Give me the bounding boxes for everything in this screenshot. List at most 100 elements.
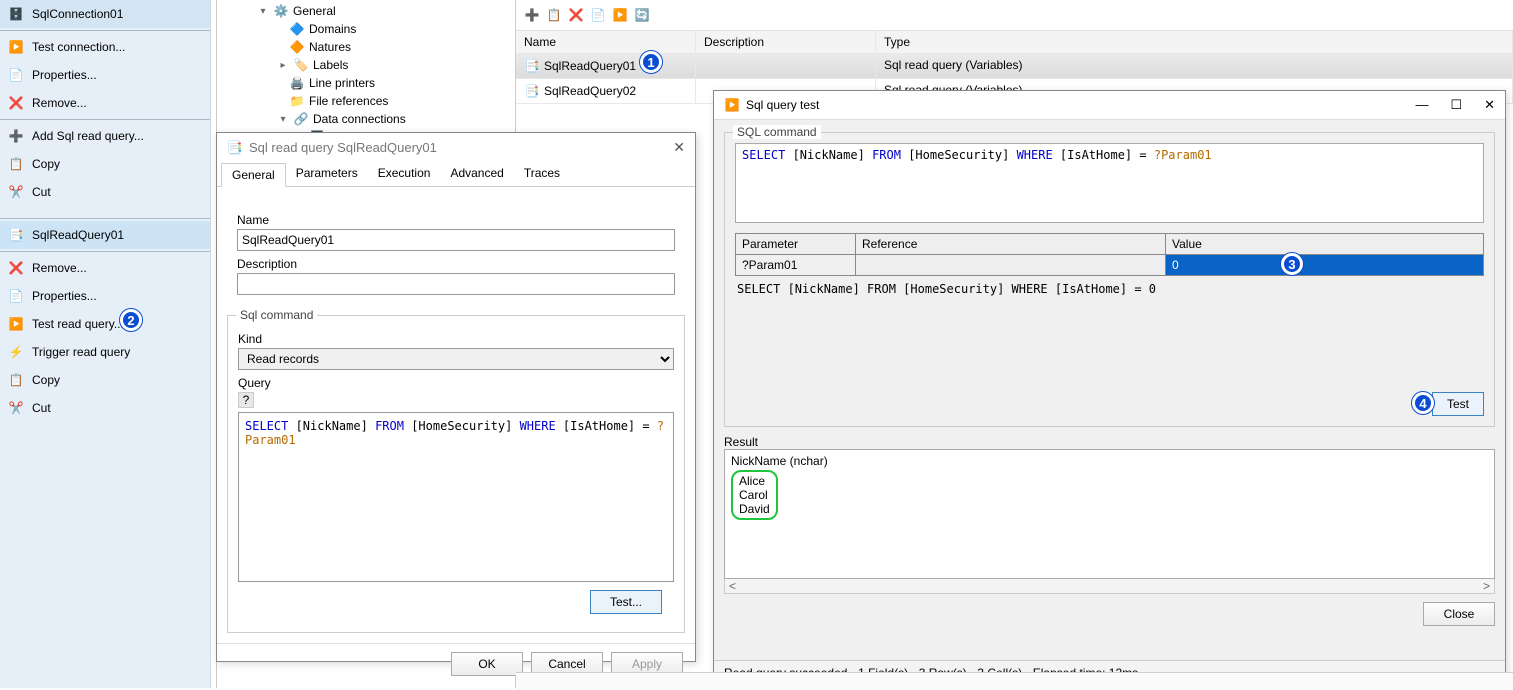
add-query-icon: ➕ — [8, 128, 24, 144]
label: Copy — [32, 373, 60, 387]
tabs: General Parameters Execution Advanced Tr… — [217, 162, 695, 187]
window-title: Sql query test — [746, 98, 819, 112]
tree-natures[interactable]: 🔶 Natures — [217, 38, 515, 56]
refresh-icon[interactable]: 🔄 — [634, 7, 650, 23]
test-connection[interactable]: ▶️ Test connection... — [0, 33, 210, 61]
kind-select[interactable]: Read records — [238, 348, 674, 370]
col-val[interactable]: Value — [1166, 234, 1484, 255]
label: Natures — [309, 40, 351, 54]
close-icon[interactable]: ✕ — [673, 139, 685, 156]
col-desc[interactable]: Description — [696, 31, 876, 53]
value-text: 0 — [1172, 258, 1179, 272]
properties-query[interactable]: 📄 Properties... — [0, 282, 210, 310]
resolved-sql: SELECT [NickName] FROM [HomeSecurity] WH… — [735, 276, 1484, 302]
file-icon: 📁 — [289, 93, 305, 109]
cell: SqlReadQuery02 — [544, 84, 636, 98]
col-ref[interactable]: Reference — [856, 234, 1166, 255]
query-textarea[interactable]: SELECT [NickName] FROM [HomeSecurity] WH… — [238, 412, 674, 582]
minimize-icon[interactable]: — — [1415, 97, 1428, 113]
label: Test connection... — [32, 40, 125, 54]
tree-general[interactable]: ▾ ⚙️ General — [217, 2, 515, 20]
sidebar-connection[interactable]: 🗄️ SqlConnection01 — [0, 0, 210, 28]
sidebar-selected-query[interactable]: 📑 SqlReadQuery01 — [0, 221, 210, 249]
annotation-badge-3: 3 — [1281, 253, 1303, 275]
expand-icon[interactable]: ▸ — [277, 60, 289, 71]
result-row: Alice — [739, 474, 770, 488]
scroll-left-icon[interactable]: < — [729, 579, 736, 593]
name-input[interactable] — [237, 229, 675, 251]
left-sidebar: 🗄️ SqlConnection01 ▶️ Test connection...… — [0, 0, 211, 688]
query-helper-icon[interactable]: ? — [238, 392, 254, 408]
close-icon[interactable]: ✕ — [1484, 97, 1495, 113]
sidebar-connection-label: SqlConnection01 — [32, 7, 123, 21]
tree-dataconn[interactable]: ▾ 🔗 Data connections — [217, 110, 515, 128]
value-cell[interactable]: 0 3 — [1166, 255, 1484, 276]
col-type[interactable]: Type — [876, 31, 1513, 53]
test-button[interactable]: Test — [1432, 392, 1484, 416]
tab-traces[interactable]: Traces — [514, 162, 570, 186]
dialog-title-bar: 📑 Sql read query SqlReadQuery01 ✕ — [217, 133, 695, 162]
label: Cut — [32, 401, 51, 415]
collapse-icon[interactable]: ▾ — [277, 114, 289, 125]
table-row[interactable]: 📑 SqlReadQuery01 Sql read query (Variabl… — [516, 54, 1513, 79]
dialog-title: Sql read query SqlReadQuery01 — [249, 140, 437, 155]
cut[interactable]: ✂️ Cut — [0, 178, 210, 206]
cell — [696, 54, 876, 78]
tree-lineprinters[interactable]: 🖨️ Line printers — [217, 74, 515, 92]
run-icon[interactable]: ▶️ — [612, 7, 628, 23]
tab-advanced[interactable]: Advanced — [440, 162, 513, 186]
desc-input[interactable] — [237, 273, 675, 295]
cell: Sql read query (Variables) — [876, 54, 1513, 78]
tree-domains[interactable]: 🔷 Domains — [217, 20, 515, 38]
bottom-divider — [516, 672, 1513, 690]
cut-icon: ✂️ — [8, 400, 24, 416]
label: General — [293, 4, 336, 18]
properties[interactable]: 📄 Properties... — [0, 61, 210, 89]
table-row[interactable]: ?Param01 0 3 — [736, 255, 1484, 276]
tab-general[interactable]: General — [221, 163, 286, 187]
label: Test read query... — [32, 317, 124, 331]
copy[interactable]: 📋 Copy — [0, 150, 210, 178]
sql-command-text[interactable]: SELECT [NickName] FROM [HomeSecurity] WH… — [735, 143, 1484, 223]
parameter-table: Parameter Reference Value ?Param01 0 3 — [735, 233, 1484, 276]
scroll-right-icon[interactable]: > — [1483, 579, 1490, 593]
remove-query[interactable]: ❌ Remove... — [0, 254, 210, 282]
window-title-bar[interactable]: ▶️ Sql query test — ☐ ✕ — [714, 91, 1505, 120]
props-icon[interactable]: 📄 — [590, 7, 606, 23]
copy-query[interactable]: 📋 Copy — [0, 366, 210, 394]
tree-labels[interactable]: ▸ 🏷️ Labels — [217, 56, 515, 74]
add-icon[interactable]: ➕ — [524, 7, 540, 23]
trigger-read-query[interactable]: ⚡ Trigger read query — [0, 338, 210, 366]
close-button[interactable]: Close — [1423, 602, 1495, 626]
col-param[interactable]: Parameter — [736, 234, 856, 255]
copy-icon[interactable]: 📋 — [546, 7, 562, 23]
col-name[interactable]: Name — [516, 31, 696, 53]
collapse-icon[interactable]: ▾ — [257, 6, 269, 17]
delete-icon[interactable]: ❌ — [568, 7, 584, 23]
divider — [0, 251, 210, 252]
result-box: NickName (nchar) Alice Carol David — [724, 449, 1495, 579]
copy-icon: 📋 — [8, 372, 24, 388]
tab-execution[interactable]: Execution — [368, 162, 441, 186]
printer-icon: 🖨️ — [289, 75, 305, 91]
cut-query[interactable]: ✂️ Cut — [0, 394, 210, 422]
test-button[interactable]: Test... — [590, 590, 662, 614]
label: Domains — [309, 22, 356, 36]
label: Remove... — [32, 96, 87, 110]
query-icon: 📑 — [524, 83, 540, 99]
tab-parameters[interactable]: Parameters — [286, 162, 368, 186]
connection-icon: 🔗 — [293, 111, 309, 127]
add-sql-read-query[interactable]: ➕ Add Sql read query... — [0, 122, 210, 150]
remove[interactable]: ❌ Remove... — [0, 89, 210, 117]
cell: SqlReadQuery01 — [544, 59, 636, 73]
cell[interactable] — [856, 255, 1166, 276]
folder-icon: 🔶 — [289, 39, 305, 55]
play-db-icon: ▶️ — [8, 39, 24, 55]
test-read-query[interactable]: ▶️ Test read query... 2 — [0, 310, 210, 338]
label: Properties... — [32, 289, 97, 303]
result-row: Carol — [739, 488, 770, 502]
maximize-icon[interactable]: ☐ — [1450, 97, 1462, 113]
tree-filerefs[interactable]: 📁 File references — [217, 92, 515, 110]
ok-button[interactable]: OK — [451, 652, 523, 676]
sql-command-group: Sql command Kind Read records Query ? SE… — [227, 315, 685, 633]
